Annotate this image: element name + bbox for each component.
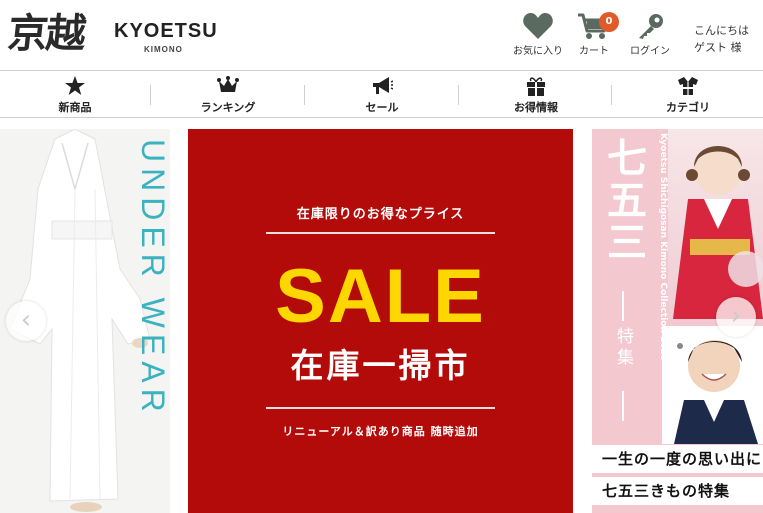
nav-item-new[interactable]: 新商品	[0, 71, 150, 117]
shichigosan-subtitle: 特集	[613, 327, 633, 369]
heart-icon	[523, 13, 553, 39]
megaphone-icon	[373, 77, 393, 94]
user-greeting: こんにちは ゲスト 様	[694, 22, 749, 56]
nav-label: お得情報	[514, 101, 558, 114]
logo-kanji: 京越	[5, 10, 87, 57]
logo-subtext: KIMONO	[144, 45, 183, 54]
greeting-line1: こんにちは	[694, 24, 749, 37]
sale-divider-top	[266, 232, 495, 234]
gift-icon	[527, 77, 545, 96]
carousel-prev-button[interactable]: ‹	[6, 301, 46, 341]
sale-bottom-text: リニューアル＆訳あり商品 随時追加	[282, 425, 479, 438]
chevron-left-icon: ‹	[20, 305, 32, 335]
nav-divider	[458, 85, 459, 105]
shichigosan-caption-1: 一生の一度の思い出に	[592, 445, 763, 473]
boy-kimono-photo	[662, 326, 763, 444]
nav-label: 新商品	[58, 101, 92, 114]
slide-sale[interactable]: 在庫限りのお得なプライス SALE 在庫一掃市 リニューアル＆訳あり商品 随時追…	[188, 129, 573, 513]
site-header: 京越 KYOETSU KIMONO お気に入り 0 カート ログイン こんにちは…	[0, 0, 763, 70]
login-button[interactable]: ログイン	[622, 12, 678, 60]
main-nav: 新商品 ランキング セール お得情報 カテゴリ	[0, 70, 763, 118]
favorites-label: お気に入り	[513, 46, 563, 57]
favorites-button[interactable]: お気に入り	[510, 12, 566, 60]
login-label: ログイン	[630, 46, 670, 57]
hero-carousel: UNDER WEAR 在庫限りのお得なプライス SALE 在庫一掃市 リニューア…	[0, 129, 763, 513]
chevron-right-icon: ›	[730, 301, 742, 331]
kimono-icon	[678, 77, 698, 95]
nav-divider	[611, 85, 612, 105]
nav-item-category[interactable]: カテゴリ	[613, 71, 763, 117]
cart-count-badge: 0	[599, 12, 619, 32]
nav-item-ranking[interactable]: ランキング	[153, 71, 303, 117]
sale-main-text: 在庫一掃市	[290, 346, 471, 385]
greeting-line2: ゲスト 様	[694, 41, 742, 54]
sale-headline: SALE	[275, 254, 486, 339]
cart-button[interactable]: 0 カート	[566, 12, 622, 60]
crown-icon	[217, 76, 239, 92]
title-rule	[622, 391, 624, 421]
nav-label: カテゴリ	[666, 101, 710, 114]
nav-label: セール	[365, 101, 399, 114]
carousel-next-button[interactable]: ›	[716, 297, 756, 337]
logo-text: KYOETSU	[114, 20, 218, 42]
nav-divider	[150, 85, 151, 105]
sale-divider-bottom	[266, 407, 495, 409]
shichigosan-caption-2: 七五三きもの特集	[592, 477, 763, 505]
title-rule	[622, 291, 624, 321]
nav-label: ランキング	[200, 101, 256, 114]
sale-top-text: 在庫限りのお得なプライス	[296, 207, 465, 222]
nav-item-sale[interactable]: セール	[307, 71, 457, 117]
girl-kimono-photo	[668, 129, 763, 319]
underwear-vertical-text: UNDER WEAR	[135, 139, 170, 418]
shichigosan-title: 七五三	[600, 137, 647, 263]
nav-item-deals[interactable]: お得情報	[461, 71, 611, 117]
nav-divider	[304, 85, 305, 105]
key-icon	[639, 14, 663, 39]
cart-label: カート	[579, 46, 609, 57]
star-icon	[65, 76, 85, 95]
